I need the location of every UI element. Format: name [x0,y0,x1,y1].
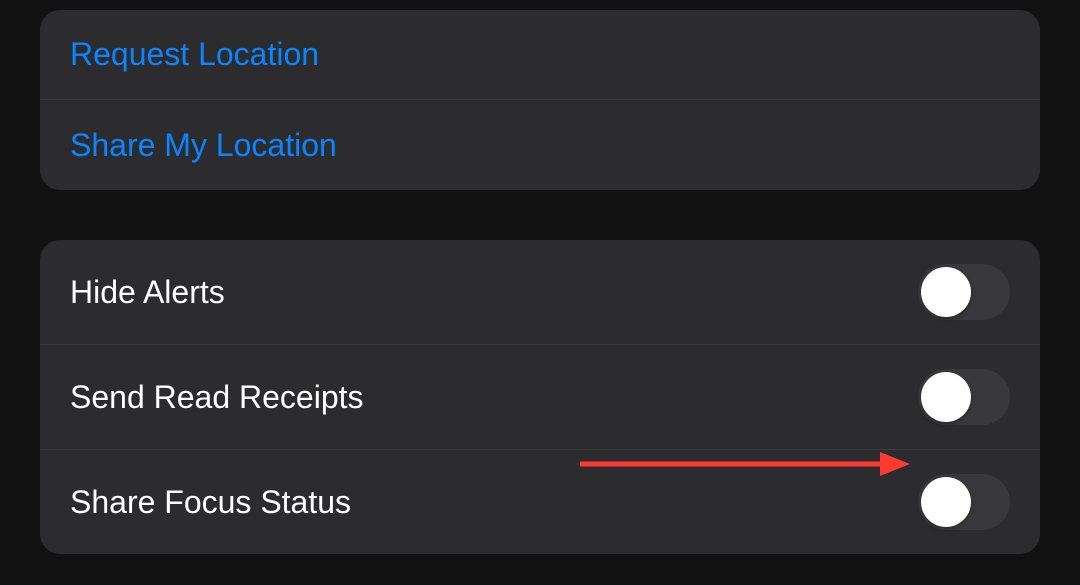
share-my-location-label: Share My Location [70,127,337,164]
hide-alerts-label: Hide Alerts [70,274,225,311]
request-location-row[interactable]: Request Location [40,10,1040,100]
toggle-knob [921,267,971,317]
location-section: Request Location Share My Location [40,10,1040,190]
request-location-label: Request Location [70,36,319,73]
share-my-location-row[interactable]: Share My Location [40,100,1040,190]
hide-alerts-toggle[interactable] [918,264,1010,320]
hide-alerts-row: Hide Alerts [40,240,1040,345]
send-read-receipts-toggle[interactable] [918,369,1010,425]
settings-section: Hide Alerts Send Read Receipts Share Foc… [40,240,1040,554]
toggle-knob [921,477,971,527]
share-focus-status-label: Share Focus Status [70,484,351,521]
send-read-receipts-row: Send Read Receipts [40,345,1040,450]
share-focus-status-toggle[interactable] [918,474,1010,530]
send-read-receipts-label: Send Read Receipts [70,379,364,416]
toggle-knob [921,372,971,422]
share-focus-status-row: Share Focus Status [40,450,1040,554]
